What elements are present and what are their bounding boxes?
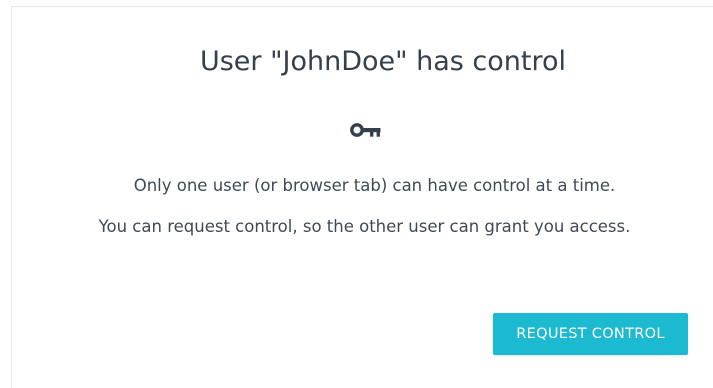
dialog-top-border: [11, 6, 713, 7]
dialog-title: User "JohnDoe" has control: [199, 46, 567, 77]
control-dialog: User "JohnDoe" has control Only one user…: [0, 0, 713, 388]
message-line-1: Only one user (or browser tab) can have …: [133, 176, 616, 195]
request-control-button[interactable]: REQUEST CONTROL: [493, 313, 688, 355]
message-line-2: You can request control, so the other us…: [98, 217, 631, 236]
key-icon: [350, 121, 382, 139]
